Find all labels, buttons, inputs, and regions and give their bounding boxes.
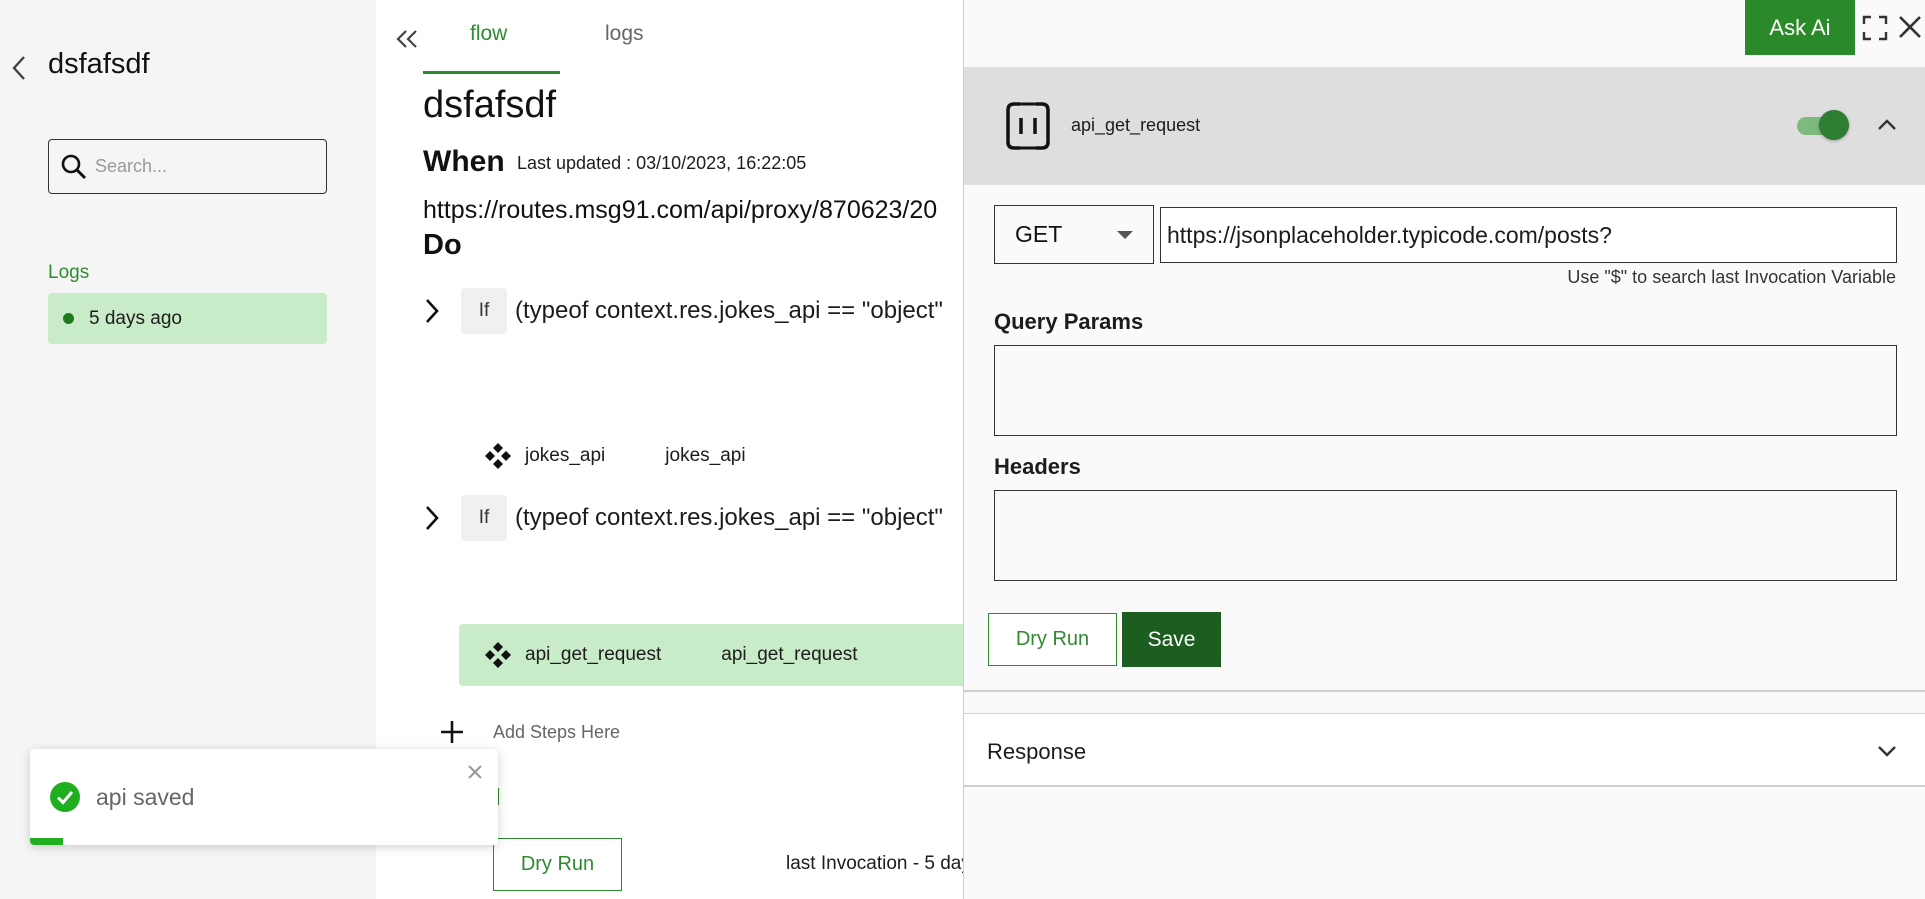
logs-label: Logs [48, 262, 90, 283]
step-name: api_get_request [525, 644, 662, 665]
add-steps-label: Add Steps Here [493, 721, 621, 742]
log-entry[interactable]: 5 days ago [48, 293, 327, 344]
double-chevron-left-icon [396, 30, 417, 48]
enable-toggle[interactable] [1797, 110, 1851, 140]
chevron-right-icon[interactable] [419, 293, 445, 329]
api-bracket-icon [1006, 102, 1050, 150]
when-label: When [423, 145, 505, 178]
query-params-input[interactable] [994, 345, 1897, 436]
tab-flow[interactable]: flow [470, 22, 507, 46]
save-button[interactable]: Save [1122, 612, 1221, 667]
close-icon[interactable] [1897, 14, 1923, 40]
toast-notification: api saved [30, 749, 498, 845]
chevron-up-icon[interactable] [1874, 112, 1900, 138]
status-dot [63, 313, 74, 324]
diamond-move-icon [483, 441, 513, 471]
condition-expression: (typeof context.res.jokes_api == "object… [515, 297, 943, 324]
if-keyword: If [461, 288, 507, 334]
headers-input[interactable] [994, 490, 1897, 581]
tab-logs[interactable]: logs [605, 22, 644, 46]
url-hint: Use "$" to search last Invocation Variab… [1567, 267, 1896, 287]
do-label: Do [423, 229, 462, 261]
dry-run-button[interactable]: Dry Run [493, 838, 622, 891]
toggle-knob [1819, 110, 1849, 140]
last-updated: Last updated : 03/10/2023, 16:22:05 [517, 153, 807, 173]
active-tab-indicator [423, 71, 560, 74]
node-header: api_get_request [964, 67, 1925, 185]
add-steps-button[interactable]: Add Steps Here [438, 718, 620, 746]
http-method-value: GET [1015, 221, 1063, 247]
node-config-panel: Ask Ai api_get_request GET Use "$" to se… [963, 0, 1925, 899]
check-circle-icon [50, 782, 80, 812]
back-button[interactable] [8, 52, 30, 84]
response-section[interactable]: Response [964, 713, 1925, 787]
if-keyword: If [461, 495, 507, 541]
condition-row: If (typeof context.res.jokes_api == "obj… [419, 494, 943, 542]
http-method-select[interactable]: GET [994, 205, 1154, 264]
caret-down-icon [1117, 231, 1133, 239]
step-row-api-get-request[interactable]: api_get_request api_get_request [459, 624, 963, 686]
close-icon [468, 765, 482, 779]
step-alias: api_get_request [721, 644, 858, 665]
url-input[interactable] [1160, 207, 1897, 263]
fullscreen-icon[interactable] [1862, 15, 1888, 41]
search-input[interactable] [95, 156, 315, 177]
flow-title: dsfafsdf [423, 84, 557, 126]
condition-expression: (typeof context.res.jokes_api == "object… [515, 504, 943, 531]
condition-row: If (typeof context.res.jokes_api == "obj… [419, 287, 943, 335]
step-alias: jokes_api [665, 445, 746, 466]
collapse-sidebar-button[interactable] [392, 24, 422, 54]
chevron-down-icon [1878, 746, 1896, 757]
search-icon [57, 150, 91, 184]
plus-icon [438, 718, 466, 746]
response-label: Response [987, 739, 1087, 764]
panel-dry-run-button[interactable]: Dry Run [988, 613, 1117, 666]
project-title: dsfafsdf [48, 48, 150, 80]
toast-close-button[interactable] [464, 761, 486, 783]
ask-ai-button[interactable]: Ask Ai [1745, 0, 1855, 55]
diamond-move-icon [483, 640, 513, 670]
headers-label: Headers [994, 454, 1081, 479]
chevron-left-icon [12, 56, 25, 80]
search-box[interactable] [48, 139, 327, 194]
node-name: api_get_request [1071, 115, 1201, 135]
step-name: jokes_api [525, 445, 606, 466]
step-row-jokes-api[interactable]: jokes_api jokes_api [459, 425, 963, 487]
query-params-label: Query Params [994, 309, 1144, 334]
last-invocation: last Invocation - 5 days ago [786, 853, 963, 874]
log-entry-label: 5 days ago [89, 307, 182, 329]
toast-progress-bar [30, 838, 63, 845]
divider [964, 690, 1925, 692]
toast-message: api saved [96, 784, 195, 810]
endpoint-url: https://routes.msg91.com/api/proxy/87062… [423, 196, 938, 224]
chevron-right-icon[interactable] [419, 500, 445, 536]
